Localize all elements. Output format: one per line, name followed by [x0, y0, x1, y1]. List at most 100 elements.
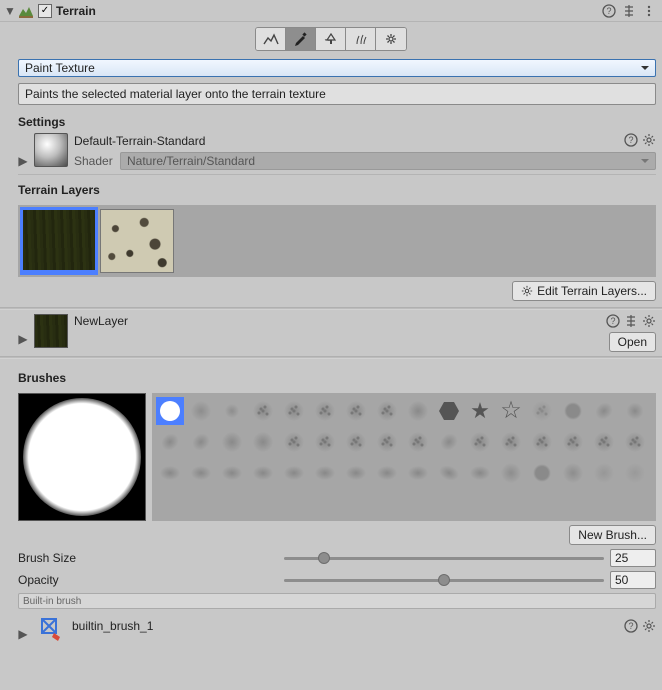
brush-47[interactable]	[621, 459, 649, 487]
brush-40[interactable]	[404, 459, 432, 487]
tool-paint-details[interactable]	[346, 28, 376, 50]
new-brush-button[interactable]: New Brush...	[569, 525, 656, 545]
terrain-component-icon	[18, 3, 34, 19]
brush-46[interactable]	[590, 459, 618, 487]
opacity-slider[interactable]	[284, 571, 604, 589]
material-foldout[interactable]: ▶	[18, 154, 28, 170]
separator-2	[0, 356, 662, 359]
terrain-layer-0[interactable]	[22, 209, 96, 273]
brush-38[interactable]	[342, 459, 370, 487]
brush-17[interactable]	[187, 428, 215, 456]
brush-29[interactable]	[559, 428, 587, 456]
opacity-field[interactable]: 50	[610, 571, 656, 589]
svg-text:?: ?	[610, 316, 615, 326]
material-gear-icon[interactable]	[642, 133, 656, 147]
brush-27[interactable]	[497, 428, 525, 456]
brush-grid: ★ ☆	[152, 393, 656, 521]
brush-9[interactable]	[435, 397, 463, 425]
tool-paint-trees[interactable]	[316, 28, 346, 50]
brush-26[interactable]	[466, 428, 494, 456]
brush-19[interactable]	[249, 428, 277, 456]
open-layer-button[interactable]: Open	[609, 332, 656, 352]
builtin-brush-box: Built-in brush	[18, 593, 656, 609]
brush-size-label: Brush Size	[18, 551, 278, 565]
component-enabled-checkbox[interactable]: ✓	[38, 4, 52, 18]
builtin-help-icon[interactable]: ?	[624, 619, 638, 633]
preset-icon[interactable]	[622, 4, 636, 18]
shader-dropdown[interactable]: Nature/Terrain/Standard	[120, 152, 656, 170]
brush-34[interactable]	[218, 459, 246, 487]
brush-10[interactable]: ★	[466, 397, 494, 425]
brush-35[interactable]	[249, 459, 277, 487]
tool-paint-texture[interactable]	[286, 28, 316, 50]
component-title: Terrain	[56, 4, 598, 18]
layer-help-icon[interactable]: ?	[606, 314, 620, 328]
material-name: Default-Terrain-Standard	[74, 133, 656, 149]
brush-16[interactable]	[156, 428, 184, 456]
brush-1[interactable]	[187, 397, 215, 425]
brush-3[interactable]	[249, 397, 277, 425]
brush-12[interactable]	[528, 397, 556, 425]
brush-30[interactable]	[590, 428, 618, 456]
component-foldout[interactable]: ▼	[4, 4, 14, 18]
brush-28[interactable]	[528, 428, 556, 456]
brush-size-slider[interactable]	[284, 549, 604, 567]
brush-37[interactable]	[311, 459, 339, 487]
builtin-foldout[interactable]: ▶	[18, 627, 28, 643]
brush-22[interactable]	[342, 428, 370, 456]
brush-20[interactable]	[280, 428, 308, 456]
brush-8[interactable]	[404, 397, 432, 425]
edit-terrain-layers-button[interactable]: Edit Terrain Layers...	[512, 281, 656, 301]
material-preview-icon[interactable]	[34, 133, 68, 167]
brush-14[interactable]	[590, 397, 618, 425]
builtin-brush-name: builtin_brush_1	[72, 615, 656, 633]
brush-0[interactable]	[156, 397, 184, 425]
layer-preset-icon[interactable]	[624, 314, 638, 328]
selected-layer-name: NewLayer	[74, 314, 656, 328]
brush-43[interactable]	[497, 459, 525, 487]
material-row: ▶ Default-Terrain-Standard Shader Nature…	[18, 133, 656, 175]
brush-preview	[18, 393, 146, 521]
brush-42[interactable]	[466, 459, 494, 487]
layer-gear-icon[interactable]	[642, 314, 656, 328]
terrain-layers-heading: Terrain Layers	[0, 175, 662, 201]
layer-foldout[interactable]: ▶	[18, 332, 28, 348]
tool-settings[interactable]	[376, 28, 406, 50]
brush-39[interactable]	[373, 459, 401, 487]
brush-32[interactable]	[156, 459, 184, 487]
brush-31[interactable]	[621, 428, 649, 456]
brush-33[interactable]	[187, 459, 215, 487]
brush-2[interactable]	[218, 397, 246, 425]
brush-11[interactable]: ☆	[497, 397, 525, 425]
paint-mode-dropdown[interactable]: Paint Texture	[18, 59, 656, 77]
builtin-brush-row: ▶ builtin_brush_1 ?	[18, 615, 656, 647]
brush-25[interactable]	[435, 428, 463, 456]
brush-15[interactable]	[621, 397, 649, 425]
brush-45[interactable]	[559, 459, 587, 487]
builtin-gear-icon[interactable]	[642, 619, 656, 633]
brush-6[interactable]	[342, 397, 370, 425]
brush-13[interactable]	[559, 397, 587, 425]
terrain-layer-1[interactable]	[100, 209, 174, 273]
brush-36[interactable]	[280, 459, 308, 487]
shader-label: Shader	[74, 154, 114, 168]
brush-7[interactable]	[373, 397, 401, 425]
brush-41[interactable]	[435, 459, 463, 487]
component-header: ▼ ✓ Terrain ?	[0, 0, 662, 22]
builtin-brush-icon	[36, 615, 64, 643]
brush-23[interactable]	[373, 428, 401, 456]
selected-layer-thumb-icon[interactable]	[34, 314, 68, 348]
svg-text:?: ?	[628, 135, 633, 145]
brush-size-field[interactable]: 25	[610, 549, 656, 567]
brush-21[interactable]	[311, 428, 339, 456]
help-icon[interactable]: ?	[602, 4, 616, 18]
settings-heading: Settings	[0, 107, 662, 133]
brush-44[interactable]	[528, 459, 556, 487]
brush-24[interactable]	[404, 428, 432, 456]
menu-icon[interactable]	[642, 4, 656, 18]
brush-18[interactable]	[218, 428, 246, 456]
brush-4[interactable]	[280, 397, 308, 425]
material-help-icon[interactable]: ?	[624, 133, 638, 147]
tool-raise-lower[interactable]	[256, 28, 286, 50]
brush-5[interactable]	[311, 397, 339, 425]
